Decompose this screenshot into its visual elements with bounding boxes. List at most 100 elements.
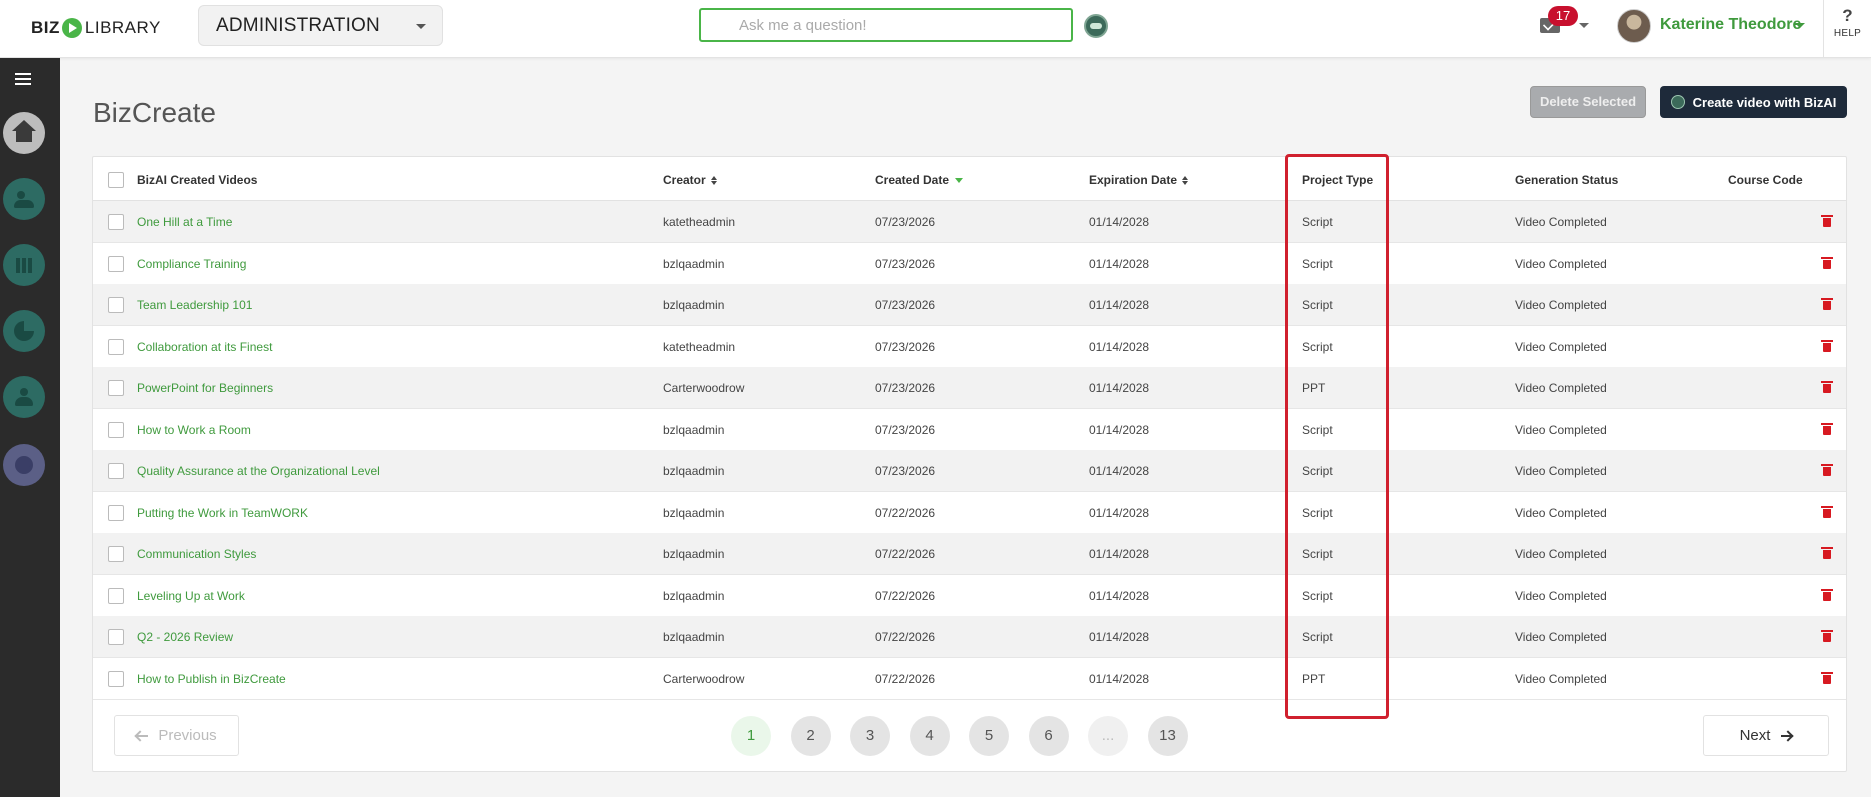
delete-selected-button[interactable]: Delete Selected [1530,86,1646,118]
previous-page-button[interactable]: Previous [114,715,239,756]
project-type-cell: Script [1302,588,1333,603]
sidebar-groups-icon[interactable] [3,376,45,418]
mail-chevron-down-icon[interactable] [1579,23,1589,28]
header-expiration-date[interactable]: Expiration Date [1089,173,1189,187]
arrow-right-icon [1780,731,1793,741]
table-row: Leveling Up at Work bzlqaadmin 07/22/2026 0… [93,575,1846,617]
page-button-1[interactable]: 1 [731,716,771,756]
logo-biz-text: BIZ [31,18,60,37]
portal-select-value: ADMINISTRATION [216,14,380,36]
trash-icon[interactable] [1821,464,1833,476]
row-checkbox[interactable] [108,421,124,438]
created-date-cell: 07/22/2026 [875,547,936,561]
table-row: PowerPoint for Beginners Carterwoodrow 07/… [93,367,1846,409]
row-checkbox[interactable] [108,463,124,479]
row-checkbox[interactable] [108,380,124,396]
table-row: One Hill at a Time katetheadmin 07/23/2026… [93,201,1846,243]
page-button-2[interactable]: 2 [790,716,831,756]
page-button-5[interactable]: 5 [969,716,1009,756]
portal-select[interactable]: ADMINISTRATION [198,5,443,46]
row-checkbox[interactable] [108,255,124,272]
row-checkbox[interactable] [108,338,124,355]
video-name-link[interactable]: Leveling Up at Work [137,589,245,603]
row-checkbox[interactable] [108,214,124,230]
created-date-cell: 07/23/2026 [875,298,936,312]
trash-icon[interactable] [1821,588,1833,601]
generation-status-cell: Video Completed [1515,339,1607,354]
trash-icon[interactable] [1821,505,1833,518]
header-created-date[interactable]: Created Date [875,173,964,187]
video-name-link[interactable]: Quality Assurance at the Organizational … [137,464,380,478]
create-video-button[interactable]: Create video with BizAI [1660,86,1847,118]
table-row: How to Work a Room bzlqaadmin 07/23/2026 01… [93,409,1846,451]
creator-cell: katetheadmin [663,215,736,229]
video-name-link[interactable]: Putting the Work in TeamWORK [137,506,308,520]
generation-status-cell: Video Completed [1515,464,1607,478]
ask-question-box[interactable] [699,8,1073,42]
page-button-4[interactable]: 4 [909,716,950,756]
play-icon [61,18,82,38]
created-date-cell: 07/23/2026 [875,256,936,271]
bizai-assistant-icon[interactable] [1084,14,1108,38]
page-button-6[interactable]: 6 [1028,716,1069,756]
trash-icon[interactable] [1821,381,1833,393]
select-all-checkbox[interactable] [108,172,124,188]
trash-icon[interactable] [1821,215,1833,227]
sidebar-settings-icon[interactable] [3,444,45,486]
table-row: Q2 - 2026 Review bzlqaadmin 07/22/2026 01/1… [93,616,1846,658]
expiration-date-cell: 01/14/2028 [1089,671,1150,686]
sidebar-home-icon[interactable] [3,112,45,154]
user-avatar[interactable] [1617,9,1651,43]
row-checkbox[interactable] [108,629,124,645]
sidebar-users-icon[interactable] [3,178,45,220]
user-name[interactable]: Katerine Theodore [1660,16,1801,34]
video-name-link[interactable]: Collaboration at its Finest [137,340,272,354]
page-button-13[interactable]: 13 [1147,716,1188,756]
video-name-link[interactable]: PowerPoint for Beginners [137,381,273,395]
creator-cell: bzlqaadmin [663,422,725,437]
next-page-button[interactable]: Next [1703,715,1829,756]
hamburger-menu-icon[interactable] [15,73,31,85]
sidebar-library-icon[interactable] [3,244,45,286]
created-date-cell: 07/22/2026 [875,671,936,686]
project-type-cell: Script [1302,298,1333,312]
notification-count-badge: 17 [1548,6,1578,26]
trash-icon[interactable] [1821,298,1833,310]
bizlibrary-logo[interactable]: BIZ LIBRARY [31,17,161,39]
creator-cell: bzlqaadmin [663,256,725,271]
video-name-link[interactable]: How to Work a Room [137,423,251,437]
row-checkbox[interactable] [108,546,124,562]
table-row: How to Publish in BizCreate Carterwoodrow… [93,658,1846,700]
user-chevron-down-icon[interactable] [1795,23,1805,28]
help-button[interactable]: ? HELP [1823,0,1871,58]
page-button-3[interactable]: 3 [850,716,890,756]
video-name-link[interactable]: Q2 - 2026 Review [137,630,233,644]
ask-question-input[interactable] [701,10,1071,40]
help-icon: ? [1842,6,1853,25]
trash-icon[interactable] [1821,547,1833,559]
video-name-link[interactable]: Team Leadership 101 [137,298,252,312]
row-checkbox[interactable] [108,297,124,313]
creator-cell: bzlqaadmin [663,588,725,603]
row-checkbox[interactable] [108,670,124,687]
trash-icon[interactable] [1821,671,1833,684]
video-name-link[interactable]: Communication Styles [137,547,256,561]
video-name-link[interactable]: Compliance Training [137,257,246,271]
created-date-cell: 07/22/2026 [875,505,936,520]
trash-icon[interactable] [1821,256,1833,269]
row-checkbox[interactable] [108,504,124,521]
video-name-link[interactable]: How to Publish in BizCreate [137,672,286,686]
trash-icon[interactable] [1821,630,1833,642]
row-checkbox[interactable] [108,587,124,604]
sidebar-reports-icon[interactable] [3,310,45,352]
video-name-link[interactable]: One Hill at a Time [137,215,232,229]
expiration-date-cell: 01/14/2028 [1089,381,1150,395]
creator-cell: bzlqaadmin [663,547,725,561]
top-bar: BIZ LIBRARY ADMINISTRATION 17 Katerine T… [0,0,1871,58]
header-creator[interactable]: Creator [663,173,717,187]
creator-cell: bzlqaadmin [663,464,725,478]
expiration-date-cell: 01/14/2028 [1089,547,1150,561]
trash-icon[interactable] [1821,339,1833,352]
expiration-date-cell: 01/14/2028 [1089,256,1150,271]
trash-icon[interactable] [1821,422,1833,435]
